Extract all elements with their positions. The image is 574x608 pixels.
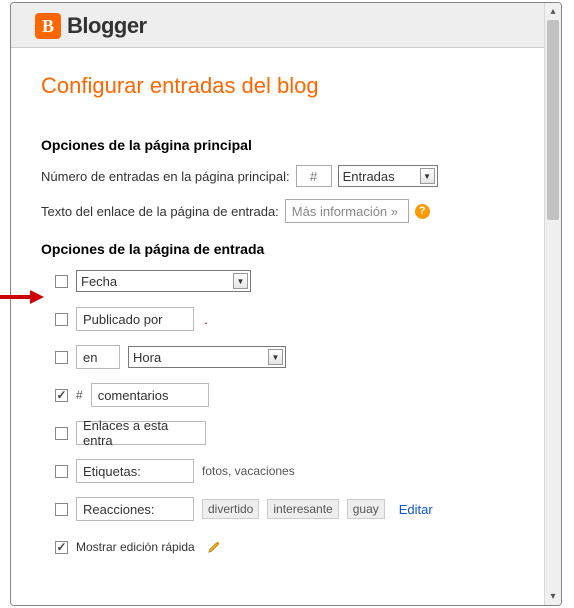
- entries-type-select[interactable]: Entradas ▼: [338, 165, 438, 187]
- link-text-input[interactable]: Más información »: [285, 199, 409, 223]
- fecha-checkbox[interactable]: [55, 275, 68, 288]
- chevron-down-icon: ▼: [268, 349, 283, 365]
- hora-checkbox[interactable]: [55, 351, 68, 364]
- brand-name: Blogger: [67, 13, 147, 39]
- reaction-tag[interactable]: divertido: [202, 499, 259, 519]
- publicado-checkbox[interactable]: [55, 313, 68, 326]
- num-entries-input[interactable]: [296, 165, 332, 187]
- option-publicado: Publicado por .: [55, 307, 543, 331]
- option-hora: en Hora ▼: [55, 345, 543, 369]
- reaction-tag[interactable]: guay: [347, 499, 385, 519]
- dialog-frame: B Blogger ▴ ▾ Configurar entradas del bl…: [10, 2, 562, 606]
- etiquetas-input[interactable]: Etiquetas:: [76, 459, 194, 483]
- header: B Blogger: [11, 3, 561, 48]
- link-text-label: Texto del enlace de la página de entrada…: [41, 204, 279, 219]
- num-entries-row: Número de entradas en la página principa…: [41, 165, 543, 187]
- entries-type-value: Entradas: [343, 169, 395, 184]
- etiquetas-example: fotos, vacaciones: [202, 464, 295, 478]
- main-options-heading: Opciones de la página principal: [41, 137, 543, 153]
- vertical-scrollbar[interactable]: ▴ ▾: [544, 3, 561, 605]
- hora-select[interactable]: Hora ▼: [128, 346, 286, 368]
- chevron-down-icon: ▼: [233, 273, 248, 289]
- comentarios-input[interactable]: comentarios: [91, 383, 209, 407]
- reacciones-checkbox[interactable]: [55, 503, 68, 516]
- chevron-down-icon: ▼: [420, 168, 435, 184]
- entry-options-heading: Opciones de la página de entrada: [41, 241, 543, 257]
- enlaces-input[interactable]: Enlaces a esta entra: [76, 421, 206, 445]
- entry-options: Fecha ▼ Publicado por . en Hora ▼: [41, 269, 543, 559]
- etiquetas-checkbox[interactable]: [55, 465, 68, 478]
- num-entries-label: Número de entradas en la página principa…: [41, 169, 290, 184]
- page-title: Configurar entradas del blog: [41, 73, 543, 99]
- publicado-input[interactable]: Publicado por: [76, 307, 194, 331]
- scroll-thumb[interactable]: [547, 20, 559, 220]
- comentarios-checkbox[interactable]: [55, 389, 68, 402]
- scroll-down-icon[interactable]: ▾: [545, 588, 561, 605]
- option-reacciones: Reacciones: divertido interesante guay E…: [55, 497, 543, 521]
- enlaces-checkbox[interactable]: [55, 427, 68, 440]
- quickedit-checkbox[interactable]: [55, 541, 68, 554]
- help-icon[interactable]: ?: [415, 204, 430, 219]
- option-etiquetas: Etiquetas: fotos, vacaciones: [55, 459, 543, 483]
- reaction-tag[interactable]: interesante: [267, 499, 338, 519]
- blogger-logo-icon: B: [35, 13, 61, 39]
- pencil-icon: [207, 540, 221, 554]
- quickedit-label: Mostrar edición rápida: [76, 540, 195, 554]
- fecha-select[interactable]: Fecha ▼: [76, 270, 251, 292]
- reacciones-edit-link[interactable]: Editar: [399, 502, 433, 517]
- reacciones-input[interactable]: Reacciones:: [76, 497, 194, 521]
- hash-label: #: [76, 388, 83, 402]
- annotation-arrow: [0, 289, 44, 305]
- required-dot: .: [204, 316, 208, 322]
- option-comentarios: # comentarios: [55, 383, 543, 407]
- option-quickedit: Mostrar edición rápida: [55, 535, 543, 559]
- link-text-row: Texto del enlace de la página de entrada…: [41, 199, 543, 223]
- hora-en-input[interactable]: en: [76, 345, 120, 369]
- content-area: Configurar entradas del blog Opciones de…: [11, 53, 543, 605]
- scroll-up-icon[interactable]: ▴: [545, 3, 561, 20]
- option-enlaces: Enlaces a esta entra: [55, 421, 543, 445]
- option-fecha: Fecha ▼: [55, 269, 543, 293]
